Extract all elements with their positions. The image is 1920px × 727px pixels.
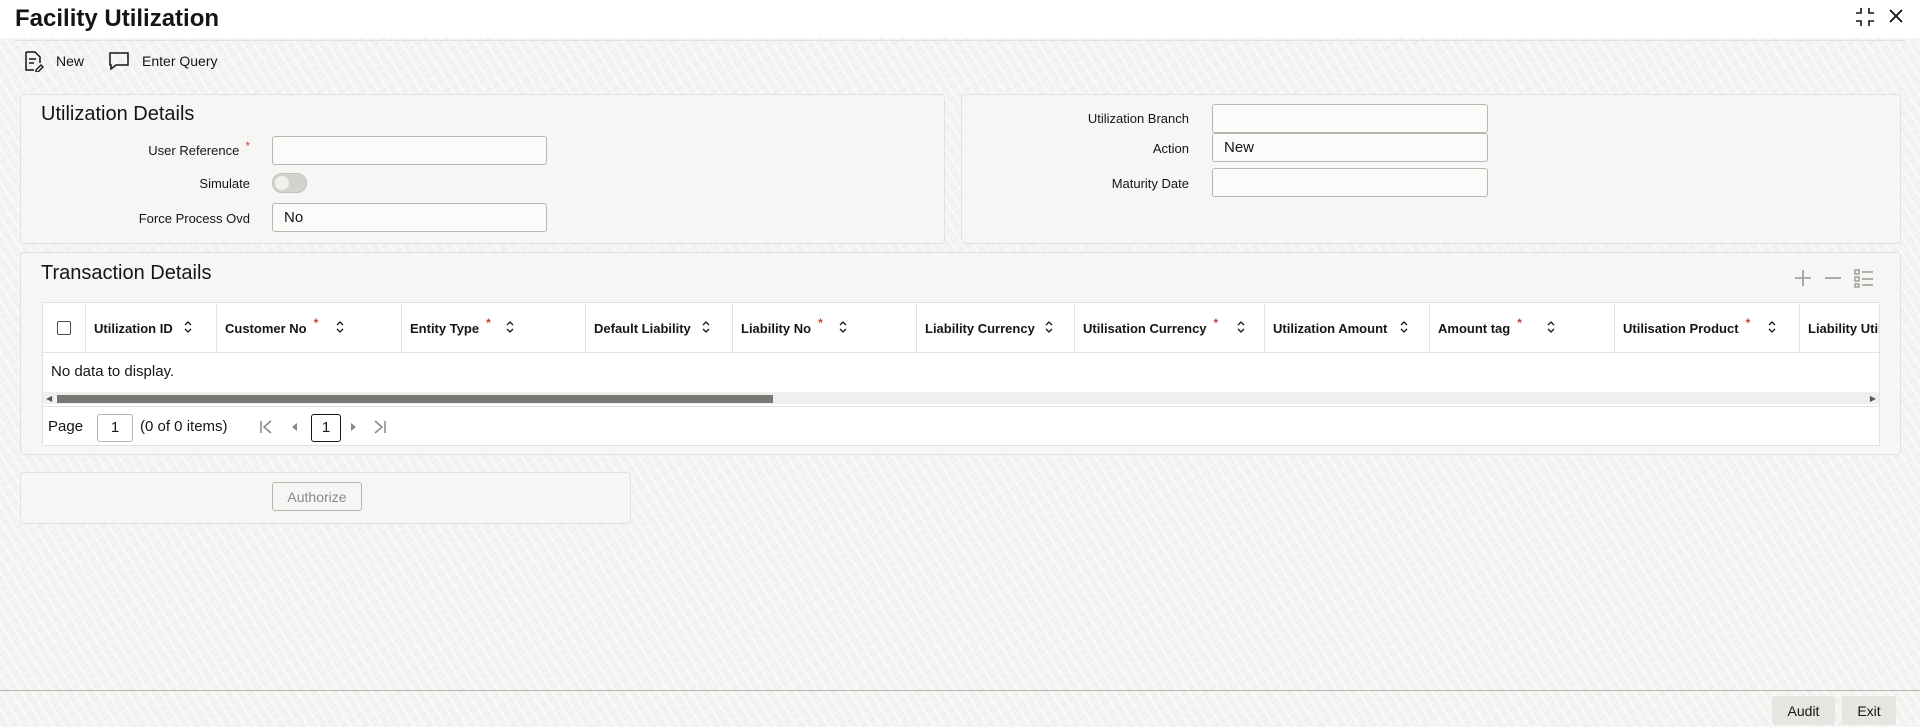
pagination: Page 1 (0 of 0 items) 1 [43, 406, 1879, 446]
col-label: Customer No [225, 320, 307, 336]
col-label: Amount tag [1438, 320, 1511, 336]
required-marker: * [313, 316, 319, 330]
col-label: Utilisation Currency [1083, 320, 1207, 336]
utilization-branch-label: Utilization Branch [1087, 111, 1189, 126]
items-count: (0 of 0 items) [140, 418, 228, 435]
column-list-icon[interactable] [1853, 267, 1875, 294]
select-all-cell [43, 303, 86, 352]
required-marker: * [818, 316, 823, 330]
force-process-label: Force Process Ovd [138, 211, 250, 226]
col-utilization-id[interactable]: Utilization ID [86, 303, 217, 352]
force-process-select[interactable]: No [272, 203, 547, 232]
window-controls [1854, 6, 1906, 28]
user-reference-label-text: User Reference [148, 143, 240, 158]
col-label: Utilisation Product [1623, 320, 1739, 336]
sort-icon [183, 320, 193, 337]
minimize-icon[interactable] [1854, 6, 1876, 28]
required-marker: * [1517, 316, 1522, 330]
current-page-button[interactable]: 1 [311, 414, 341, 442]
enter-query-button[interactable]: Enter Query [108, 51, 218, 71]
user-reference-input[interactable] [272, 136, 547, 165]
remove-row-icon[interactable] [1823, 268, 1843, 293]
col-utilisation-currency[interactable]: Utilisation Currency * [1075, 303, 1265, 352]
maturity-date-input[interactable] [1212, 168, 1488, 197]
page-label: Page [48, 418, 84, 435]
grid-actions [1793, 267, 1875, 294]
action-input[interactable]: New [1212, 133, 1488, 162]
sort-icon [838, 320, 848, 337]
action-label: Action [1152, 141, 1189, 156]
exit-button[interactable]: Exit [1842, 696, 1896, 725]
col-liability-no[interactable]: Liability No * [733, 303, 917, 352]
sort-icon [335, 320, 345, 337]
next-page-icon[interactable] [349, 419, 359, 439]
col-utilization-amount[interactable]: Utilization Amount [1265, 303, 1430, 352]
required-marker: * [1745, 316, 1751, 330]
sort-icon [505, 320, 515, 337]
last-page-icon[interactable] [373, 419, 387, 439]
col-liability-util[interactable]: Liability Util [1800, 303, 1879, 352]
title-divider [15, 40, 1905, 41]
toolbar: New Enter Query [22, 50, 218, 72]
sort-icon [1236, 320, 1246, 337]
no-data-message: No data to display. [51, 363, 175, 380]
new-document-icon [22, 50, 44, 72]
scroll-left-icon[interactable]: ◀ [46, 394, 52, 403]
select-all-checkbox[interactable] [57, 321, 71, 335]
comment-icon [108, 51, 130, 71]
col-label: Utilization Amount [1273, 320, 1388, 336]
transaction-grid: Utilization ID Customer No * Entity Type *… [42, 302, 1880, 446]
col-label: Default Liability [594, 320, 691, 336]
grid-header: Utilization ID Customer No * Entity Type *… [43, 303, 1879, 353]
col-label: Liability Util [1808, 320, 1879, 336]
enter-query-label: Enter Query [142, 53, 218, 69]
sort-icon [1399, 320, 1409, 337]
sort-icon [1044, 320, 1054, 337]
authorize-button[interactable]: Authorize [272, 482, 362, 511]
footer-divider [0, 690, 1920, 691]
scrollbar-thumb[interactable] [57, 395, 773, 403]
col-liability-currency[interactable]: Liability Currency [917, 303, 1075, 352]
horizontal-scrollbar[interactable]: ◀ ▶ [43, 392, 1879, 404]
previous-page-icon[interactable] [289, 419, 299, 439]
transaction-details-title: Transaction Details [41, 262, 212, 284]
col-label: Liability Currency [925, 320, 1035, 336]
required-marker: * [245, 139, 250, 153]
required-marker: * [1213, 316, 1219, 330]
scroll-right-icon[interactable]: ▶ [1870, 394, 1876, 403]
simulate-toggle[interactable] [272, 173, 307, 193]
user-reference-label: User Reference * [50, 139, 250, 158]
new-label: New [56, 53, 85, 69]
sort-icon [701, 320, 711, 337]
sort-icon [1767, 320, 1777, 337]
add-row-icon[interactable] [1793, 268, 1813, 293]
col-entity-type[interactable]: Entity Type * [402, 303, 586, 352]
col-default-liability[interactable]: Default Liability [586, 303, 733, 352]
close-icon[interactable] [1886, 6, 1906, 28]
sort-icon [1546, 320, 1556, 337]
page-title: Facility Utilization [15, 5, 220, 32]
title-bar: Facility Utilization [0, 0, 1920, 38]
page-input[interactable]: 1 [97, 414, 133, 442]
required-marker: * [486, 316, 491, 330]
col-label: Utilization ID [94, 320, 173, 336]
utilization-branch-input[interactable] [1212, 104, 1488, 133]
maturity-date-label: Maturity Date [1111, 176, 1189, 191]
col-label: Entity Type [410, 320, 480, 336]
first-page-icon[interactable] [259, 419, 273, 439]
utilization-details-title: Utilization Details [41, 103, 195, 125]
col-utilisation-product[interactable]: Utilisation Product * [1615, 303, 1800, 352]
col-customer-no[interactable]: Customer No * [217, 303, 402, 352]
col-amount-tag[interactable]: Amount tag * [1430, 303, 1615, 352]
audit-button[interactable]: Audit [1772, 696, 1835, 725]
new-button[interactable]: New [22, 50, 84, 72]
simulate-label: Simulate [199, 176, 250, 191]
col-label: Liability No [741, 320, 812, 336]
